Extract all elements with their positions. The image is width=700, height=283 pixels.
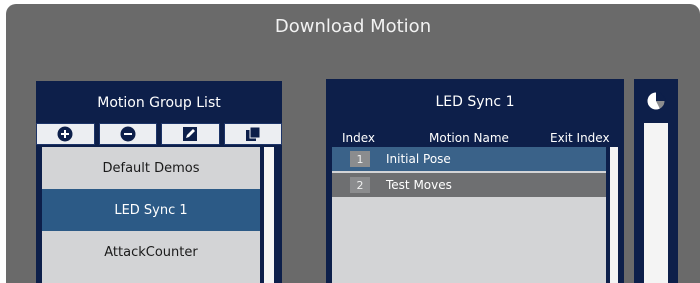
motion-group-list: Default Demos LED Sync 1 AttackCounter <box>42 147 260 283</box>
window-title: Download Motion <box>274 16 432 37</box>
motion-list-panel: LED Sync 1 Index Motion Name Exit Index … <box>326 79 624 283</box>
row-index: 1 <box>350 151 370 167</box>
list-item[interactable]: AttackCounter <box>42 231 260 273</box>
add-group-button[interactable] <box>36 123 95 145</box>
copy-icon <box>245 126 261 142</box>
table-row[interactable]: 2 Test Moves <box>332 173 606 197</box>
pie-chart-button[interactable] <box>646 91 666 111</box>
motion-table-scrollbar[interactable] <box>610 147 618 283</box>
remove-group-button[interactable] <box>98 123 157 145</box>
side-progress-bar <box>644 123 668 283</box>
row-motion-name: Test Moves <box>386 178 452 192</box>
remove-icon <box>120 126 136 142</box>
pie-chart-icon <box>646 91 666 115</box>
motion-group-panel: Motion Group List Default Demos LED Sync… <box>36 81 282 283</box>
motion-table: 1 Initial Pose 2 Test Moves <box>332 147 606 283</box>
side-panel <box>634 79 678 283</box>
edit-icon <box>182 126 198 142</box>
index-column-header[interactable]: Index <box>342 131 375 145</box>
list-item[interactable]: Default Demos <box>42 147 260 189</box>
motion-list-title: LED Sync 1 <box>435 94 515 110</box>
list-item-selected[interactable]: LED Sync 1 <box>42 189 260 231</box>
motion-name-column-header[interactable]: Motion Name <box>429 131 509 145</box>
motion-group-title: Motion Group List <box>97 95 221 111</box>
motion-group-scrollbar[interactable] <box>264 147 274 283</box>
edit-group-button[interactable] <box>161 123 220 145</box>
row-motion-name: Initial Pose <box>386 152 451 166</box>
exit-index-column-header[interactable]: Exit Index <box>550 131 610 145</box>
download-motion-window: Download Motion Motion Group List Defaul… <box>6 4 700 283</box>
table-row[interactable]: 1 Initial Pose <box>332 147 606 171</box>
row-index: 2 <box>350 177 370 193</box>
motion-group-toolbar <box>36 123 282 145</box>
copy-group-button[interactable] <box>223 123 282 145</box>
add-icon <box>57 126 73 142</box>
